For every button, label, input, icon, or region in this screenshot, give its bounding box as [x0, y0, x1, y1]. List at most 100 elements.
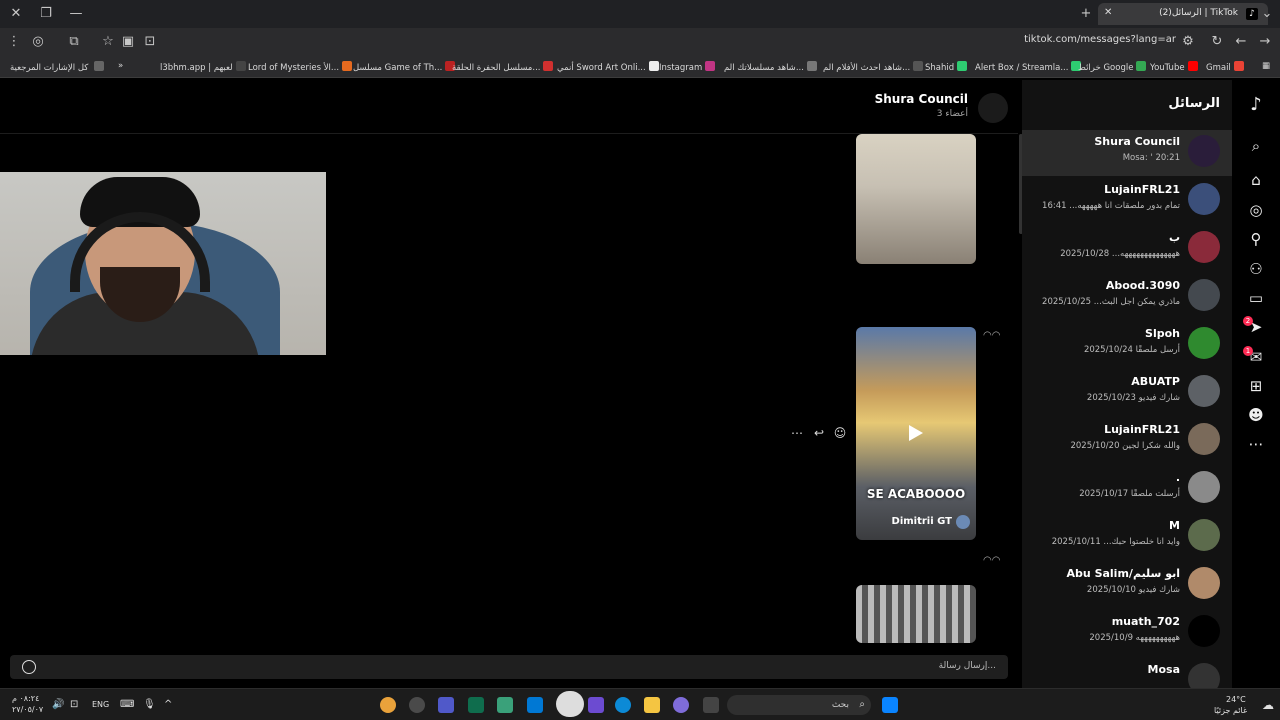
video-author[interactable]: Dimitrii GT [892, 516, 952, 527]
webcam-overlay [0, 172, 326, 355]
conversation-item[interactable]: M وايد انا خلصتوا حبك... 2025/10/11 [1022, 514, 1232, 560]
bookmark-item[interactable]: شاهد احدث الأفلام الم... [823, 61, 924, 73]
shared-video-2[interactable]: SE ACABOOOO Dimitrii GT [856, 327, 976, 540]
live-icon[interactable]: ▭ [1247, 289, 1265, 307]
group-avatar[interactable] [978, 93, 1008, 123]
terminal-icon[interactable] [468, 697, 484, 713]
conversation-item[interactable]: Abood.3090 ماذري يمكن اجل البث... 2025/1… [1022, 274, 1232, 320]
restore-window-icon[interactable]: ❐ [36, 4, 56, 24]
close-window-icon[interactable]: ✕ [6, 4, 26, 24]
weather-icon[interactable]: ☁ [1262, 698, 1274, 712]
reload-icon[interactable]: ↻ [1207, 32, 1227, 52]
bookmark-star-icon[interactable]: ☆ [98, 32, 118, 52]
bookmark-item[interactable]: شاهد مسلسلاتك الم... [724, 61, 817, 73]
upload-icon[interactable]: ⊞ [1247, 377, 1265, 395]
video-author-avatar [956, 515, 970, 529]
teams-icon[interactable] [438, 697, 454, 713]
folder-icon [94, 61, 105, 71]
play-icon[interactable] [909, 425, 923, 441]
conversation-item[interactable]: . أرسلت ملصقًا 2025/10/17 [1022, 466, 1232, 512]
conversation-item[interactable]: ABUATP شارك فيديو 2025/10/23 [1022, 370, 1232, 416]
forward-icon[interactable]: ← [1231, 32, 1251, 52]
bookmark-item[interactable]: أنمي Sword Art Onli... [557, 61, 659, 73]
more-options-icon[interactable]: ⋯ [790, 426, 804, 440]
taskbar-search[interactable]: بحث ⌕ [727, 695, 871, 715]
conversation-item[interactable]: LujainFRL21 تمام بدور ملصقات انا هههههه.… [1022, 178, 1232, 224]
tab-tiktok-messages[interactable]: ✕ (2)الرسائل | TikTok ♪ [1098, 3, 1268, 25]
minimize-window-icon[interactable]: — [66, 4, 86, 24]
bookmark-item[interactable]: YouTube [1150, 61, 1198, 73]
more-icon[interactable]: ⋯ [1247, 435, 1265, 453]
more-bookmarks-chevron-icon[interactable]: » [118, 61, 123, 71]
bookmark-item[interactable]: Instagram [659, 61, 716, 73]
language-indicator[interactable]: ENG [92, 700, 109, 709]
obs-mascot-icon[interactable] [556, 691, 584, 717]
conversation-item[interactable]: LujainFRL21 والله شكرا لجين 2025/10/20 [1022, 418, 1232, 464]
install-app-icon[interactable]: ⊡ [140, 32, 160, 52]
address-bar[interactable]: tiktok.com/messages?lang=ar [1024, 34, 1176, 45]
friends-icon[interactable]: ⚇ [1247, 260, 1265, 278]
bookmark-item[interactable]: l3bhm.app | لعبهم [160, 61, 246, 73]
app-icon[interactable] [588, 697, 604, 713]
copilot-icon[interactable] [673, 697, 689, 713]
conversation-item[interactable]: Mosa [1022, 658, 1232, 688]
conversation-item[interactable]: muath_702 ههههههههههه 2025/10/9 [1022, 610, 1232, 656]
weather-temp[interactable]: 24°C [1226, 695, 1246, 704]
bookmark-item[interactable]: Alert Box / Streamla... [975, 61, 1082, 73]
bookmark-item[interactable]: Shahid [925, 61, 968, 73]
extensions-icon[interactable]: ⧉ [64, 32, 84, 52]
bookmark-favicon-icon [648, 61, 659, 71]
following-icon[interactable]: ⚲ [1247, 230, 1265, 248]
shared-video-1[interactable] [856, 134, 976, 264]
tab-search-icon[interactable]: ⌄ [1257, 4, 1277, 24]
close-tab-icon[interactable]: ✕ [1104, 7, 1112, 18]
react-icon[interactable]: ☺ [833, 426, 847, 440]
home-icon[interactable]: ⌂ [1247, 171, 1265, 189]
volume-icon[interactable]: 🔊 [52, 699, 64, 710]
bookmark-favicon-icon [913, 61, 924, 71]
start-icon[interactable] [882, 697, 898, 713]
steam-icon[interactable] [409, 697, 425, 713]
show-hidden-icons-icon[interactable]: ^ [164, 699, 172, 710]
taskbar-search-placeholder: بحث [831, 700, 849, 710]
xbox-icon[interactable] [497, 697, 513, 713]
explore-icon[interactable]: ◎ [1247, 201, 1265, 219]
message-composer[interactable]: إرسال رسالة... [10, 655, 1008, 679]
reply-icon[interactable]: ↩ [812, 426, 826, 440]
profile-icon[interactable]: ◎ [28, 32, 48, 52]
menu-icon[interactable]: ⋮ [4, 32, 24, 52]
conversation-item[interactable]: Abu Salim/ابو سليم شارك فيديو 2025/10/10 [1022, 562, 1232, 608]
site-settings-icon[interactable]: ⚙ [1178, 32, 1198, 52]
shared-video-3[interactable] [856, 585, 976, 643]
bookmark-item[interactable]: مسلسل Game of Th... [353, 61, 456, 73]
bookmark-item[interactable]: Gmail [1206, 61, 1244, 73]
conversation-item[interactable]: ب ههههههههههههههه... 2025/10/28 [1022, 226, 1232, 272]
keyboard-icon[interactable]: ⌨ [120, 699, 134, 710]
bookmark-item[interactable]: Lord of Mysteries الأ... [248, 61, 353, 73]
browser-toolbar: ⋮ ◎ ⧉ ☆ ▣ ⊡ tiktok.com/messages?lang=ar … [0, 28, 1280, 56]
profile-icon[interactable]: ☻ [1247, 406, 1265, 424]
new-tab-icon[interactable]: + [1076, 4, 1096, 24]
tiktok-logo-icon[interactable]: ♪ [1247, 96, 1265, 114]
back-icon[interactable]: → [1255, 32, 1275, 52]
bookmark-item[interactable]: مسلسل الحفرة الحلقة... [452, 61, 554, 73]
network-icon[interactable]: ⊡ [70, 699, 78, 710]
conversation-item[interactable]: Shura Council Mosa: ' 20:21 [1022, 130, 1232, 176]
emoji-icon[interactable] [22, 660, 36, 674]
chat-title[interactable]: Shura Council [875, 92, 968, 106]
chrome-icon[interactable] [380, 697, 396, 713]
edge-icon[interactable] [615, 697, 631, 713]
cast-icon[interactable]: ▣ [118, 32, 138, 52]
taskbar-time[interactable]: ٠٨:٢٤ م [12, 694, 39, 703]
search-icon[interactable]: ⌕ [1247, 137, 1265, 155]
conversation-item[interactable]: Slpoh أرسل ملصقًا 2025/10/24 [1022, 322, 1232, 368]
bookmark-item[interactable]: خرائط Google [1078, 61, 1147, 73]
all-bookmarks-button[interactable]: كل الإشارات المرجعية [10, 61, 105, 73]
store-icon[interactable] [527, 697, 543, 713]
apps-grid-icon[interactable]: ▦ [1262, 61, 1270, 71]
taskbar-date[interactable]: ٢٧/٠٥/٠٧ [12, 705, 43, 714]
weather-desc[interactable]: غائم جزئيًا [1214, 706, 1247, 715]
file-explorer-icon[interactable] [644, 697, 660, 713]
task-view-icon[interactable] [703, 697, 719, 713]
microphone-icon[interactable]: 🎙 [143, 699, 156, 710]
